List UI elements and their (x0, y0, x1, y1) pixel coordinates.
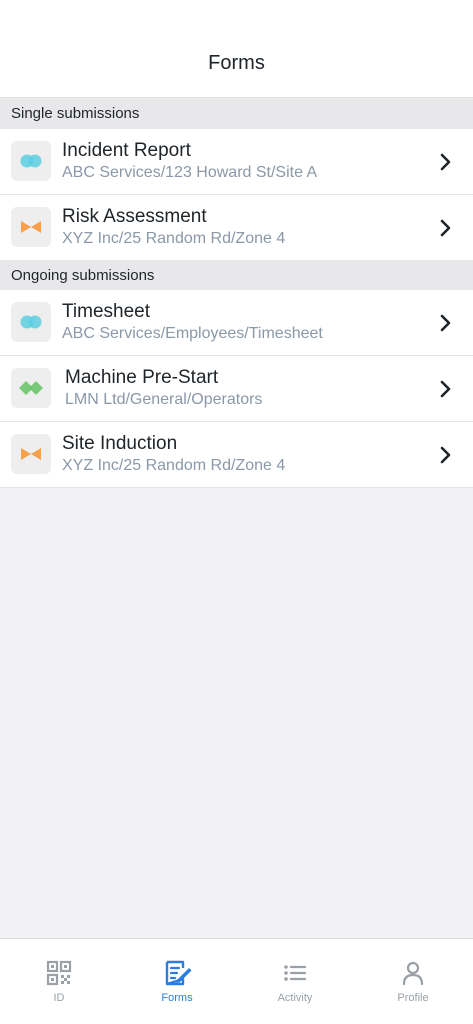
bottom-navigation: ID Forms Activity Profile (0, 938, 473, 1024)
section-header-ongoing: Ongoing submissions (0, 261, 473, 291)
nav-label: ID (53, 992, 65, 1004)
nav-label: Profile (397, 992, 429, 1004)
page-title: Forms (208, 52, 265, 74)
orange-bowtie-icon (11, 434, 51, 474)
nav-label: Activity (277, 992, 313, 1004)
form-title: Machine Pre-Start (65, 367, 219, 388)
blue-dots-icon (11, 141, 51, 181)
nav-label: Forms (161, 992, 193, 1004)
chevron-right-icon (440, 446, 451, 464)
chevron-right-icon (440, 153, 451, 171)
chevron-right-icon (440, 380, 451, 398)
form-path: ABC Services/123 Howard St/Site A (62, 164, 318, 181)
form-title: Incident Report (62, 140, 191, 161)
orange-bowtie-icon (11, 207, 51, 247)
nav-tab-id[interactable]: ID (0, 939, 118, 1024)
form-path: XYZ Inc/25 Random Rd/Zone 4 (62, 457, 286, 474)
form-title: Timesheet (62, 301, 150, 322)
form-path: ABC Services/Employees/Timesheet (62, 325, 323, 342)
person-icon (402, 961, 424, 986)
form-row-site-induction[interactable]: Site Induction XYZ Inc/25 Random Rd/Zone… (0, 422, 473, 488)
form-title: Risk Assessment (62, 206, 207, 227)
form-path: XYZ Inc/25 Random Rd/Zone 4 (62, 230, 286, 247)
form-row-timesheet[interactable]: Timesheet ABC Services/Employees/Timeshe… (0, 290, 473, 356)
section-header-single: Single submissions (0, 99, 473, 129)
form-row-incident-report[interactable]: Incident Report ABC Services/123 Howard … (0, 129, 473, 195)
form-row-machine-pre-start[interactable]: Machine Pre-Start LMN Ltd/General/Operat… (0, 356, 473, 422)
app-header: Forms (0, 0, 473, 98)
nav-tab-forms[interactable]: Forms (118, 939, 236, 1024)
nav-tab-activity[interactable]: Activity (236, 939, 354, 1024)
form-row-risk-assessment[interactable]: Risk Assessment XYZ Inc/25 Random Rd/Zon… (0, 195, 473, 261)
form-path: LMN Ltd/General/Operators (65, 391, 263, 408)
chevron-right-icon (440, 219, 451, 237)
chevron-right-icon (440, 314, 451, 332)
blue-dots-icon (11, 302, 51, 342)
form-edit-icon (165, 960, 192, 986)
list-icon (284, 965, 307, 981)
green-diamonds-icon (11, 368, 51, 408)
qr-code-icon (46, 960, 72, 986)
form-title: Site Induction (62, 433, 178, 454)
nav-tab-profile[interactable]: Profile (354, 939, 472, 1024)
